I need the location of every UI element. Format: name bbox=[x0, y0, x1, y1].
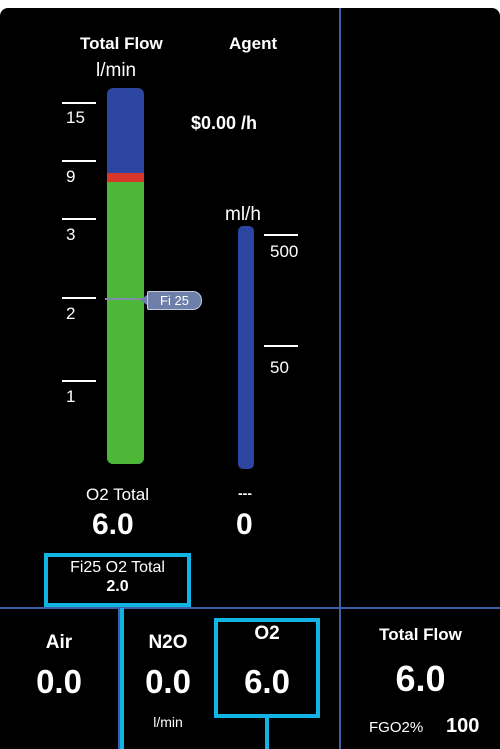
air-label: Air bbox=[45, 632, 73, 653]
total-flow-label: Total Flow bbox=[379, 625, 462, 644]
flow-bar-red-marker bbox=[107, 173, 144, 182]
n2o-unit: l/min bbox=[153, 714, 183, 730]
agent-unit: ml/h bbox=[225, 204, 261, 225]
flow-tick bbox=[62, 160, 96, 162]
flow-tick bbox=[62, 297, 96, 299]
fi25-o2-total-value: 2.0 bbox=[106, 578, 129, 595]
agent-rate-value: 0 bbox=[236, 508, 253, 541]
agent-tick-label: 50 bbox=[270, 358, 289, 377]
flow-tick bbox=[62, 218, 96, 220]
o2-value[interactable]: 6.0 bbox=[218, 663, 316, 701]
agent-header: Agent bbox=[229, 34, 278, 53]
o2-total-value: 6.0 bbox=[92, 508, 134, 541]
fi25-marker-tag: Fi 25 bbox=[140, 291, 202, 310]
n2o-value[interactable]: 0.0 bbox=[124, 663, 212, 701]
flow-bar-fill bbox=[107, 173, 144, 464]
agent-tick-label: 500 bbox=[270, 242, 299, 261]
fgo2-value: 100 bbox=[446, 715, 480, 737]
flow-tick-label: 3 bbox=[66, 225, 76, 244]
total-flow-bar bbox=[107, 88, 144, 464]
air-value[interactable]: 0.0 bbox=[0, 663, 118, 701]
flow-unit: l/min bbox=[96, 60, 137, 81]
flow-tick bbox=[62, 102, 96, 104]
o2-label: O2 bbox=[254, 623, 280, 644]
agent-tick bbox=[264, 234, 298, 236]
flow-tick-label: 15 bbox=[66, 108, 85, 127]
o2-highlight-line bbox=[265, 717, 269, 749]
flow-tick-label: 9 bbox=[66, 167, 76, 186]
agent-rate-label: --- bbox=[238, 485, 252, 501]
flowmeter-panel: Total Flow l/min Agent $0.00 /h ml/h 15 … bbox=[0, 8, 500, 749]
total-flow-value: 6.0 bbox=[395, 658, 446, 699]
o2-total-label: O2 Total bbox=[86, 485, 150, 504]
flow-tick-label: 1 bbox=[66, 387, 76, 406]
flow-tick-label: 2 bbox=[66, 304, 76, 323]
cost-readout: $0.00 /h bbox=[191, 113, 258, 133]
agent-tick bbox=[264, 345, 298, 347]
flow-header: Total Flow bbox=[80, 34, 163, 53]
agent-bar bbox=[238, 226, 254, 469]
n2o-label: N2O bbox=[148, 632, 188, 653]
fi25-o2-total-label: Fi25 O2 Total bbox=[70, 559, 165, 576]
divider-horizontal bbox=[0, 607, 500, 609]
fgo2-label: FGO2% bbox=[369, 719, 424, 736]
flow-tick bbox=[62, 380, 96, 382]
